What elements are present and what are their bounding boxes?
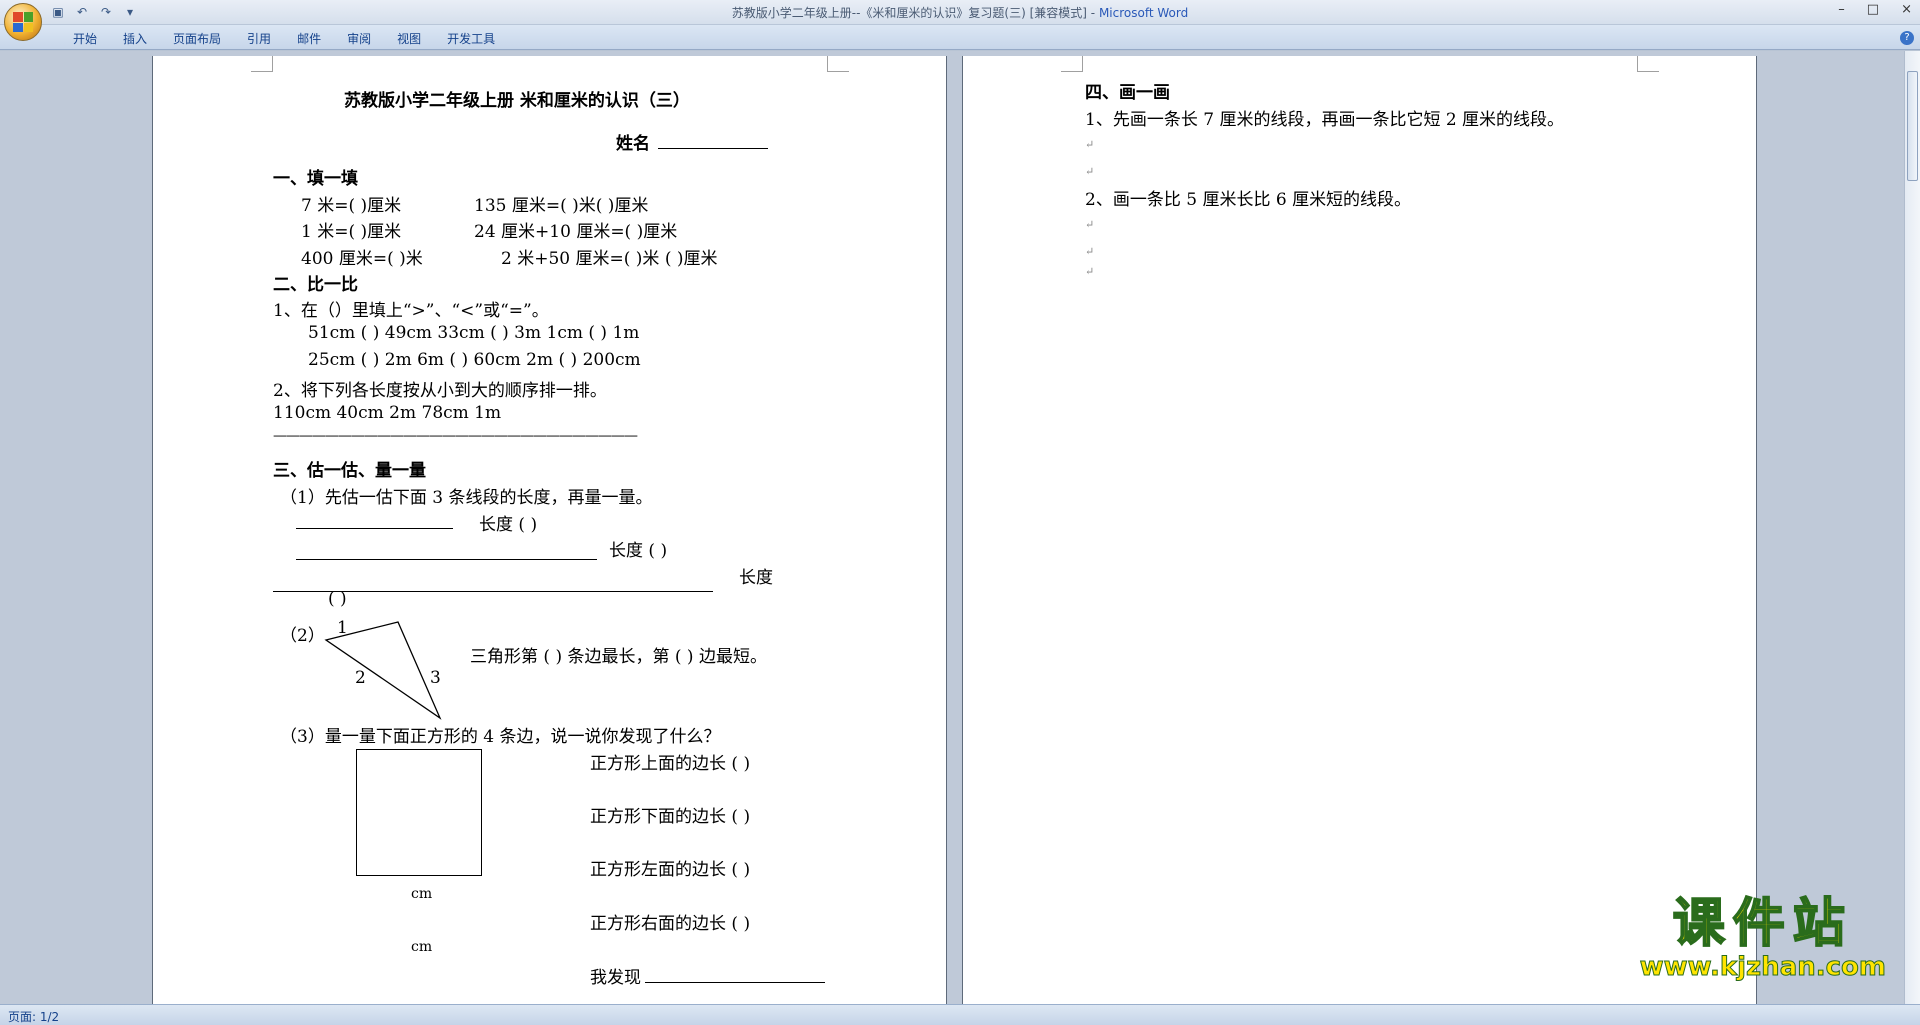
length-answer: 长度 bbox=[739, 568, 773, 588]
triangle-label: 2 bbox=[355, 668, 366, 688]
paragraph-mark: ↵ bbox=[1085, 138, 1095, 151]
ribbon: 开始 插入 页面布局 引用 邮件 审阅 视图 开发工具 ? bbox=[0, 25, 1920, 50]
page-2[interactable]: 四、画一画 1、先画一条长 7 厘米的线段，再画一条比它短 2 厘米的线段。 ↵… bbox=[962, 56, 1757, 1004]
fill-item: 135 厘米=( )米( )厘米 bbox=[474, 196, 649, 216]
title-bar: ▣ ↶ ↷ ▾ 苏教版小学二年级上册--《米和厘米的认识》复习题(三) [兼容模… bbox=[0, 0, 1920, 41]
margin-mark bbox=[1637, 56, 1659, 72]
square-figure bbox=[356, 749, 482, 876]
margin-mark bbox=[827, 56, 849, 72]
fill-item: 2 米+50 厘米=( )米 ( )厘米 bbox=[501, 249, 718, 269]
found-label: 我发现 bbox=[590, 968, 641, 988]
tab-home[interactable]: 开始 bbox=[60, 30, 110, 47]
question: 1、在（）里填上“>”、“<”或“=”。 bbox=[273, 301, 549, 321]
question: （3）量一量下面正方形的 4 条边，说一说你发现了什么？ bbox=[280, 727, 721, 747]
status-bar: 页面: 1/2 bbox=[0, 1004, 1920, 1025]
square-side: 正方形上面的边长 ( ) bbox=[590, 754, 751, 774]
tab-developer[interactable]: 开发工具 bbox=[434, 30, 508, 47]
compare-row: 51cm ( ) 49cm 33cm ( ) 3m 1cm ( ) 1m bbox=[308, 323, 640, 343]
minimize-icon[interactable]: – bbox=[1838, 2, 1845, 17]
tab-mailings[interactable]: 邮件 bbox=[284, 30, 334, 47]
square-side: 正方形左面的边长 ( ) bbox=[590, 860, 751, 880]
name-blank bbox=[658, 148, 768, 149]
fill-item: 1 米=( )厘米 bbox=[301, 222, 402, 242]
section-2-heading: 二、比一比 bbox=[273, 275, 358, 295]
document-area: 苏教版小学二年级上册 米和厘米的认识（三） 姓名 一、填一填 7 米=( )厘米… bbox=[0, 51, 1904, 1004]
segment-1 bbox=[296, 528, 453, 529]
triangle-question: 三角形第 ( ) 条边最长，第 ( ) 边最短。 bbox=[470, 647, 767, 667]
section-1-heading: 一、填一填 bbox=[273, 169, 358, 189]
square-side: 正方形下面的边长 ( ) bbox=[590, 807, 751, 827]
app-name: Microsoft Word bbox=[1098, 6, 1189, 20]
help-icon[interactable]: ? bbox=[1900, 31, 1914, 45]
compare-row: 25cm ( ) 2m 6m ( ) 60cm 2m ( ) 200cm bbox=[308, 350, 641, 370]
length-values: 110cm 40cm 2m 78cm 1m bbox=[273, 403, 502, 423]
section-4-heading: 四、画一画 bbox=[1085, 83, 1170, 103]
fill-item: 24 厘米+10 厘米=( )厘米 bbox=[474, 222, 678, 242]
page-count[interactable]: 页面: 1/2 bbox=[8, 1008, 59, 1025]
length-answer: ( ) bbox=[328, 589, 347, 609]
office-button[interactable] bbox=[4, 3, 42, 41]
watermark-url: www.kjzhan.com bbox=[1639, 952, 1886, 983]
paragraph-mark: ↵ bbox=[1085, 245, 1095, 258]
unit-cm: cm bbox=[411, 939, 433, 955]
length-answer: 长度 ( ) bbox=[609, 541, 668, 561]
segment-2 bbox=[296, 559, 597, 560]
window-title: 苏教版小学二年级上册--《米和厘米的认识》复习题(三) [兼容模式] - Mic… bbox=[731, 6, 1189, 20]
paragraph-mark: ↵ bbox=[1085, 265, 1095, 278]
paragraph-mark: ↵ bbox=[1085, 165, 1095, 178]
answer-dash-line: ———————————————————————————— bbox=[273, 428, 638, 444]
section-3-heading: 三、估一估、量一量 bbox=[273, 461, 426, 481]
name-label: 姓名 bbox=[616, 134, 650, 154]
tab-review[interactable]: 审阅 bbox=[334, 30, 384, 47]
page-1[interactable]: 苏教版小学二年级上册 米和厘米的认识（三） 姓名 一、填一填 7 米=( )厘米… bbox=[152, 56, 947, 1004]
fill-item: 400 厘米=( )米 bbox=[301, 249, 423, 269]
tab-references[interactable]: 引用 bbox=[234, 30, 284, 47]
close-icon[interactable]: × bbox=[1901, 2, 1912, 17]
unit-cm: cm bbox=[411, 886, 433, 902]
question: 2、画一条比 5 厘米长比 6 厘米短的线段。 bbox=[1085, 190, 1412, 210]
tab-view[interactable]: 视图 bbox=[384, 30, 434, 47]
question: （1）先估一估下面 3 条线段的长度，再量一量。 bbox=[280, 488, 653, 508]
square-side: 正方形右面的边长 ( ) bbox=[590, 914, 751, 934]
fill-item: 7 米=( )厘米 bbox=[301, 196, 402, 216]
tab-page-layout[interactable]: 页面布局 bbox=[160, 30, 234, 47]
question: 1、先画一条长 7 厘米的线段，再画一条比它短 2 厘米的线段。 bbox=[1085, 110, 1565, 130]
ribbon-tabs: 开始 插入 页面布局 引用 邮件 审阅 视图 开发工具 bbox=[60, 30, 508, 47]
tab-insert[interactable]: 插入 bbox=[110, 30, 160, 47]
scrollbar-thumb[interactable] bbox=[1907, 71, 1918, 181]
paragraph-mark: ↵ bbox=[1085, 218, 1095, 231]
found-blank bbox=[645, 982, 825, 983]
margin-mark bbox=[1061, 56, 1083, 72]
length-answer: 长度 ( ) bbox=[479, 515, 538, 535]
margin-mark bbox=[251, 56, 273, 72]
vertical-scrollbar[interactable] bbox=[1904, 51, 1920, 1004]
site-watermark: 课件站 www.kjzhan.com bbox=[1639, 894, 1886, 983]
window-controls: – □ × bbox=[1838, 2, 1912, 17]
doc-title: 苏教版小学二年级上册 米和厘米的认识（三） bbox=[344, 91, 690, 111]
maximize-icon[interactable]: □ bbox=[1867, 2, 1879, 17]
watermark-title: 课件站 bbox=[1672, 894, 1853, 954]
office-logo-icon bbox=[13, 12, 33, 32]
triangle-label: 1 bbox=[337, 618, 348, 638]
triangle-label: 3 bbox=[430, 668, 441, 688]
question: 2、将下列各长度按从小到大的顺序排一排。 bbox=[273, 381, 607, 401]
